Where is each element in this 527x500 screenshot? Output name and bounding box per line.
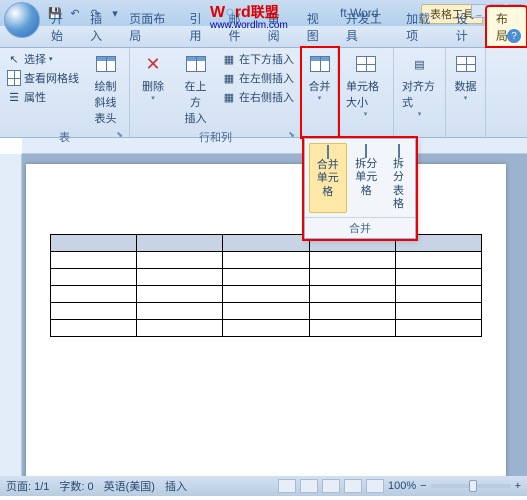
view-web-button[interactable]: [322, 479, 340, 493]
zoom-slider[interactable]: [431, 484, 511, 488]
alignment-button[interactable]: ▤ 对齐方式▾: [398, 50, 441, 120]
insert-above-icon: [182, 52, 210, 76]
tab-home[interactable]: 开始: [42, 7, 81, 47]
draw-diagonal-header-button[interactable]: 绘制 斜线表头: [86, 50, 125, 128]
data-icon: [452, 52, 480, 76]
view-outline-button[interactable]: [344, 479, 362, 493]
page[interactable]: [26, 164, 506, 476]
row-below-icon: ▦: [222, 52, 236, 66]
group-label-rowcol: 行和列⬊: [134, 128, 297, 146]
tab-layout[interactable]: 布局: [486, 6, 527, 47]
zoom-level[interactable]: 100%: [388, 480, 416, 492]
status-bar: 页面: 1/1 字数: 0 英语(美国) 插入 100% − +: [0, 476, 527, 496]
tab-design[interactable]: 设计: [447, 7, 486, 47]
status-words[interactable]: 字数: 0: [59, 478, 93, 494]
split-cells-icon: [365, 145, 367, 158]
status-language[interactable]: 英语(美国): [104, 478, 155, 494]
tab-page-layout[interactable]: 页面布局: [120, 7, 180, 47]
merge-popup: 合并 单元格 拆分 单元格 拆分 表格 合并: [304, 138, 416, 239]
ribbon: ↖选择 ▾ 查看网格线 ☰属性 绘制 斜线表头 表⬊ ✕ 删除▾ 在上方 插入 …: [0, 48, 527, 138]
properties-icon: ☰: [7, 90, 21, 104]
launcher-icon[interactable]: ⬊: [288, 130, 295, 139]
merge-cells-button[interactable]: 合并 单元格: [309, 143, 347, 213]
office-button[interactable]: [4, 2, 40, 38]
col-left-icon: ▦: [222, 71, 236, 85]
view-gridlines-button[interactable]: 查看网格线: [4, 69, 82, 87]
split-cells-button[interactable]: 拆分 单元格: [349, 143, 385, 213]
document-area: [0, 154, 527, 476]
tab-view[interactable]: 视图: [298, 7, 337, 47]
vertical-ruler[interactable]: [0, 154, 22, 476]
group-table: ↖选择 ▾ 查看网格线 ☰属性 绘制 斜线表头 表⬊: [0, 48, 130, 137]
group-data: 数据▾: [446, 48, 486, 137]
help-icon[interactable]: ?: [507, 29, 521, 43]
insert-left-button[interactable]: ▦在左侧插入: [219, 69, 297, 87]
align-icon: ▤: [406, 52, 434, 76]
cursor-icon: ↖: [7, 52, 21, 66]
watermark: W○rd联盟 www.wordlm.com: [210, 2, 288, 31]
cell-size-button[interactable]: 单元格大小▾: [342, 50, 389, 120]
document-table[interactable]: [50, 234, 482, 337]
cell-size-icon: [352, 52, 380, 76]
view-draft-button[interactable]: [366, 479, 384, 493]
group-merge: 合并▾: [302, 48, 338, 137]
group-cell-size: 单元格大小▾: [338, 48, 394, 137]
delete-button[interactable]: ✕ 删除▾: [134, 50, 172, 104]
group-alignment: ▤ 对齐方式▾: [394, 48, 446, 137]
merge-dropdown-button[interactable]: 合并▾: [301, 50, 339, 104]
popup-group-label: 合并: [305, 217, 415, 238]
merge-icon: [306, 52, 334, 76]
status-insert-mode[interactable]: 插入: [165, 478, 187, 494]
group-rows-cols: ✕ 删除▾ 在上方 插入 ▦在下方插入 ▦在左侧插入 ▦在右侧插入 行和列⬊: [130, 48, 302, 137]
launcher-icon[interactable]: ⬊: [116, 130, 123, 139]
zoom-in-button[interactable]: +: [515, 480, 521, 492]
view-print-layout-button[interactable]: [278, 479, 296, 493]
zoom-thumb[interactable]: [469, 480, 477, 492]
group-label-table: 表⬊: [4, 128, 125, 146]
insert-below-button[interactable]: ▦在下方插入: [219, 50, 297, 68]
tab-insert[interactable]: 插入: [81, 7, 120, 47]
tab-addins[interactable]: 加载项: [397, 7, 447, 47]
page-scroll[interactable]: [22, 154, 527, 476]
insert-right-button[interactable]: ▦在右侧插入: [219, 88, 297, 106]
view-fullscreen-button[interactable]: [300, 479, 318, 493]
grid-icon: [7, 71, 21, 85]
diagonal-table-icon: [92, 52, 120, 76]
split-table-icon: [398, 145, 400, 158]
merge-cells-icon: [327, 146, 329, 159]
select-button[interactable]: ↖选择 ▾: [4, 50, 82, 68]
col-right-icon: ▦: [222, 90, 236, 104]
zoom-out-button[interactable]: −: [420, 480, 426, 492]
properties-button[interactable]: ☰属性: [4, 88, 82, 106]
split-table-button[interactable]: 拆分 表格: [386, 143, 411, 213]
insert-above-button[interactable]: 在上方 插入: [176, 50, 215, 128]
tab-developer[interactable]: 开发工具: [337, 7, 397, 47]
data-button[interactable]: 数据▾: [447, 50, 485, 104]
delete-icon: ✕: [139, 52, 167, 76]
status-page[interactable]: 页面: 1/1: [6, 478, 49, 494]
